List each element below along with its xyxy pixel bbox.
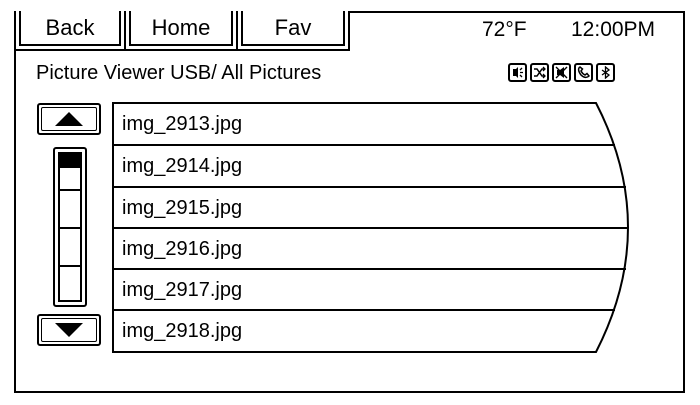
list-item[interactable]: img_2915.jpg [113,187,633,229]
list-item[interactable]: img_2913.jpg [113,103,633,145]
list-item-label: img_2914.jpg [122,154,243,177]
list-item[interactable]: img_2918.jpg [113,310,633,352]
list-item-label: img_2913.jpg [122,112,243,135]
list-item-label: img_2917.jpg [122,278,243,301]
list-item[interactable]: img_2916.jpg [113,228,633,270]
list-item-label: img_2916.jpg [122,237,243,260]
picture-list: img_2913.jpg img_2914.jpg img_2915.jpg i… [0,0,700,405]
list-item[interactable]: img_2914.jpg [113,145,633,187]
list-item[interactable]: img_2917.jpg [113,269,633,311]
list-item-label: img_2915.jpg [122,196,243,219]
list-item-label: img_2918.jpg [122,319,243,342]
